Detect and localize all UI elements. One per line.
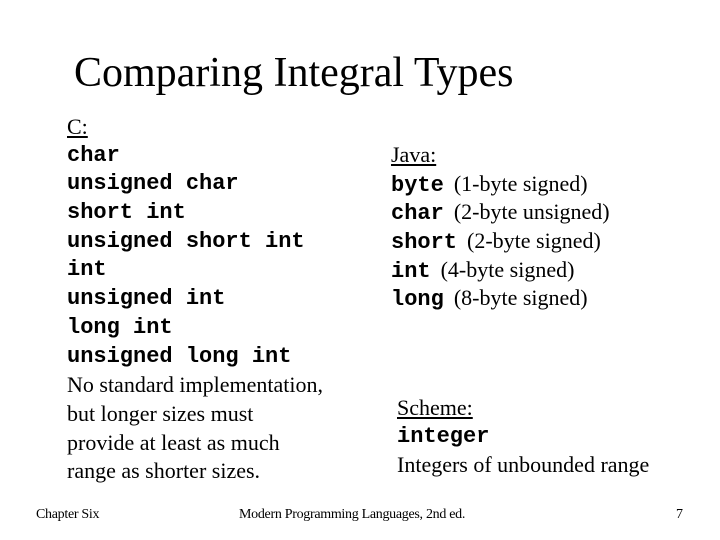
footer-book-title: Modern Programming Languages, 2nd ed. [239, 507, 466, 522]
scheme-heading: Scheme: [397, 395, 473, 420]
c-type-item: unsigned int [67, 286, 226, 312]
c-note-line: provide at least as much [67, 429, 280, 455]
footer-chapter: Chapter Six [36, 507, 100, 522]
java-type-name: int [391, 258, 431, 284]
java-section: Java: byte (1-byte signed) char (2-byte un… [391, 141, 610, 313]
java-type-item: long (8-byte signed) [391, 284, 610, 313]
java-type-name: long [391, 287, 444, 313]
java-type-item: char (2-byte unsigned) [391, 198, 610, 227]
c-type-item: long int [67, 314, 173, 340]
java-type-desc: (8-byte signed) [453, 285, 588, 311]
java-type-desc: (2-byte unsigned) [453, 199, 610, 225]
java-type-desc: (2-byte signed) [467, 228, 601, 254]
c-note-line: range as shorter sizes. [67, 458, 261, 484]
c-type-item: short int [67, 200, 186, 226]
java-type-name: short [391, 230, 458, 256]
c-type-item: int [67, 257, 107, 283]
slide-title: Comparing Integral Types [74, 50, 514, 96]
java-heading: Java: [391, 142, 437, 167]
java-type-desc: (4-byte signed) [440, 256, 575, 282]
scheme-section: Scheme: integer Integers of unbounded ra… [397, 394, 649, 480]
java-type-name: char [391, 201, 444, 227]
c-type-item: unsigned short int [67, 228, 305, 254]
c-note-line: but longer sizes must [67, 400, 254, 426]
java-type-item: short (2-byte signed) [391, 227, 610, 256]
c-type-item: unsigned long int [67, 343, 292, 369]
scheme-type-desc: Integers of unbounded range [397, 452, 650, 478]
c-note-line: No standard implementation, [67, 372, 323, 398]
scheme-type-name: integer [397, 423, 490, 449]
java-type-name: byte [391, 172, 444, 198]
java-type-item: int (4-byte signed) [391, 256, 610, 285]
c-section: C: char unsigned char short int unsigned… [67, 113, 323, 486]
footer-page-number: 7 [676, 507, 683, 522]
java-type-item: byte (1-byte signed) [391, 170, 610, 199]
c-heading: C: [67, 114, 88, 139]
c-type-item: unsigned char [67, 171, 239, 197]
c-type-item: char [67, 142, 120, 168]
java-type-desc: (1-byte signed) [453, 170, 588, 196]
